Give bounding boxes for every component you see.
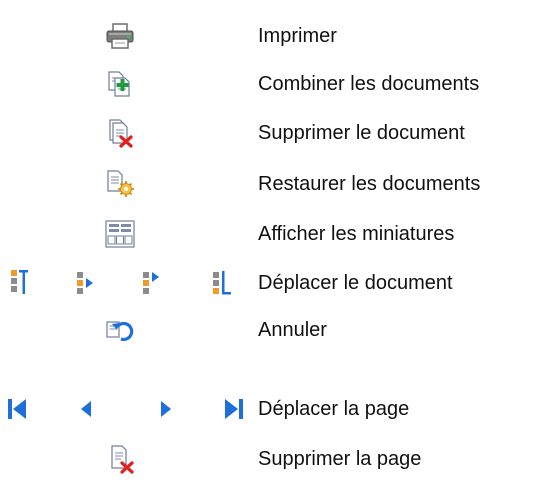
- legend-row-print: Imprimer: [0, 16, 554, 56]
- legend-row-thumbnails: Afficher les miniatures: [0, 214, 554, 254]
- printer-icon: [105, 23, 135, 49]
- legend-label: Afficher les miniatures: [258, 223, 455, 245]
- legend-label: Supprimer la page: [258, 448, 422, 470]
- legend-row-undo: Annuler: [0, 310, 554, 350]
- legend-row-delete-page: Supprimer la page: [0, 439, 554, 479]
- last-page-icon: [223, 396, 245, 422]
- previous-page-icon: [78, 396, 94, 422]
- legend-label: Déplacer la page: [258, 398, 410, 420]
- toolbar-icon-legend: Imprimer Combiner les documents Supprime…: [0, 0, 554, 484]
- restore-documents-icon: [105, 169, 135, 199]
- legend-label: Combiner les documents: [258, 73, 480, 95]
- legend-label: Imprimer: [258, 25, 337, 47]
- legend-row-combine: Combiner les documents: [0, 64, 554, 104]
- delete-document-icon: [106, 118, 134, 148]
- first-page-icon: [6, 396, 28, 422]
- show-thumbnails-icon: [105, 220, 135, 248]
- legend-label: Annuler: [258, 319, 327, 341]
- move-document-to-top-icon: [10, 268, 30, 298]
- move-document-down-icon: [142, 268, 162, 298]
- delete-page-icon: [109, 444, 135, 474]
- next-page-icon: [158, 396, 174, 422]
- move-document-up-icon: [76, 268, 96, 298]
- legend-row-delete-document: Supprimer le document: [0, 113, 554, 153]
- legend-label: Supprimer le document: [258, 122, 465, 144]
- move-document-to-bottom-icon: [212, 268, 232, 298]
- legend-row-restore: Restaurer les documents: [0, 164, 554, 204]
- legend-row-move-document: Déplacer le document: [0, 263, 554, 303]
- legend-label: Restaurer les documents: [258, 173, 481, 195]
- legend-row-move-page: Déplacer la page: [0, 389, 554, 429]
- legend-label: Déplacer le document: [258, 272, 453, 294]
- combine-documents-icon: [106, 70, 134, 98]
- undo-icon: [105, 317, 135, 343]
